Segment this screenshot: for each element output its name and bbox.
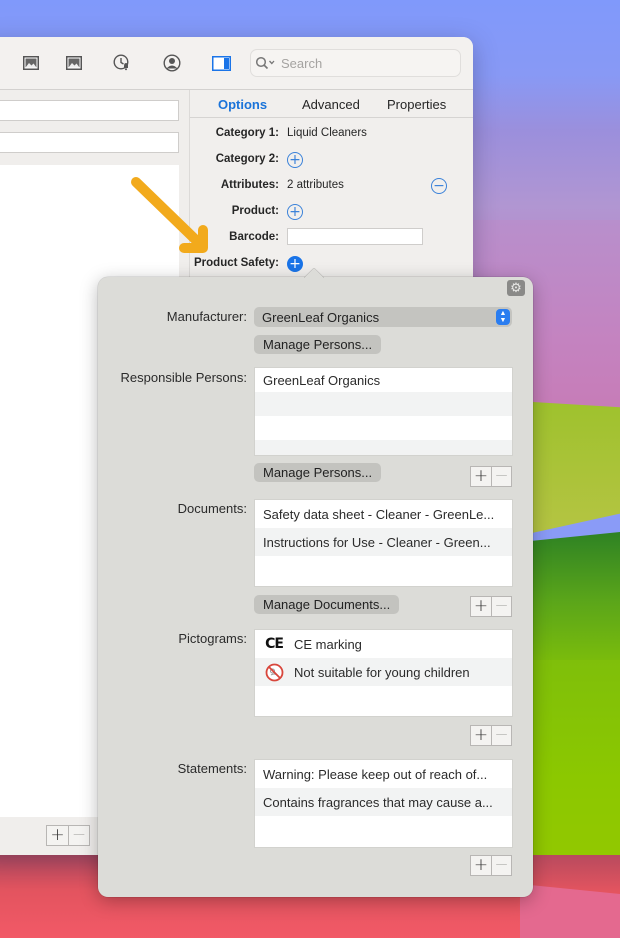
pictograms-list[interactable]: CE CE marking Not suitable for young chi…	[254, 629, 513, 717]
remove-attributes-button[interactable]: −	[431, 178, 447, 194]
product-row: Product: +	[190, 202, 473, 222]
list-item-empty	[255, 440, 512, 455]
add-button[interactable]: +	[471, 467, 491, 486]
add-button[interactable]: +	[471, 597, 491, 616]
toolbar	[0, 37, 473, 90]
tab-advanced[interactable]: Advanced	[302, 97, 360, 112]
add-remove-control: + −	[46, 825, 90, 846]
add-category2-button[interactable]: +	[287, 152, 303, 168]
category2-row: Category 2: +	[190, 150, 473, 170]
sidebar-toggle-icon[interactable]	[210, 53, 232, 73]
search-field[interactable]	[250, 49, 461, 77]
remove-button[interactable]: −	[68, 826, 89, 845]
product-safety-button[interactable]: +	[287, 256, 303, 272]
list-item[interactable]: Instructions for Use - Cleaner - Green..…	[255, 528, 512, 556]
responsible-persons-list[interactable]: GreenLeaf Organics	[254, 367, 513, 456]
list-item-empty	[255, 392, 512, 416]
list-item-empty	[255, 416, 512, 440]
remove-button[interactable]: −	[491, 597, 511, 616]
attributes-value[interactable]: 2 attributes	[287, 179, 344, 191]
documents-add-remove: + −	[470, 596, 512, 617]
manufacturer-selected: GreenLeaf Organics	[262, 309, 380, 325]
list-item[interactable]: CE CE marking	[255, 630, 512, 658]
image-icon[interactable]	[63, 53, 85, 73]
add-button[interactable]: +	[471, 726, 491, 745]
list-item-empty	[255, 686, 512, 714]
search-icon	[255, 56, 277, 70]
product-safety-row: Product Safety: +	[190, 254, 473, 274]
barcode-row: Barcode:	[190, 228, 473, 248]
manufacturer-select[interactable]: GreenLeaf Organics ▲ ▼	[254, 307, 512, 327]
responsible-persons-add-remove: + −	[470, 466, 512, 487]
chevron-updown-icon: ▲ ▼	[496, 309, 510, 325]
search-input[interactable]	[281, 55, 441, 71]
documents-list[interactable]: Safety data sheet - Cleaner - GreenLe...…	[254, 499, 513, 587]
list-item[interactable]: GreenLeaf Organics	[255, 368, 512, 392]
pictograms-label: Pictograms:	[178, 631, 247, 646]
popover-arrow	[304, 268, 324, 278]
remove-button[interactable]: −	[491, 726, 511, 745]
add-product-button[interactable]: +	[287, 204, 303, 220]
statements-add-remove: + −	[470, 855, 512, 876]
manufacturer-label: Manufacturer:	[166, 309, 247, 324]
text-field[interactable]	[0, 100, 179, 121]
ce-marking-icon: CE	[265, 636, 284, 652]
responsible-persons-label: Responsible Persons:	[120, 370, 247, 385]
add-button[interactable]: +	[471, 856, 491, 875]
pictogram-label: CE marking	[294, 636, 362, 652]
gear-icon[interactable]: ⚙	[507, 280, 525, 296]
add-button[interactable]: +	[47, 826, 68, 845]
tab-properties[interactable]: Properties	[387, 97, 446, 112]
tab-options[interactable]: Options	[218, 97, 267, 112]
pictograms-add-remove: + −	[470, 725, 512, 746]
category1-row: Category 1: Liquid Cleaners	[190, 124, 473, 144]
attributes-label: Attributes:	[220, 179, 279, 191]
list-item[interactable]: Safety data sheet - Cleaner - GreenLe...	[255, 500, 512, 528]
barcode-field[interactable]	[287, 228, 423, 245]
product-safety-label: Product Safety:	[194, 257, 279, 269]
list-item[interactable]: Contains fragrances that may cause a...	[255, 788, 512, 816]
statements-label: Statements:	[177, 761, 247, 776]
documents-label: Documents:	[177, 501, 247, 516]
statements-list[interactable]: Warning: Please keep out of reach of... …	[254, 759, 513, 848]
product-safety-popover: ⚙ Manufacturer: GreenLeaf Organics ▲ ▼ Ma…	[98, 277, 533, 897]
list-item[interactable]: Not suitable for young children	[255, 658, 512, 686]
remove-button[interactable]: −	[491, 856, 511, 875]
category1-value[interactable]: Liquid Cleaners	[287, 127, 367, 139]
person-circle-icon[interactable]	[161, 53, 183, 73]
attributes-row: Attributes: 2 attributes −	[190, 176, 473, 196]
image-icon[interactable]	[20, 53, 42, 73]
list-item[interactable]: Warning: Please keep out of reach of...	[255, 760, 512, 788]
not-for-children-icon	[263, 663, 285, 682]
inspector-tabs: Options Advanced Properties	[190, 90, 473, 118]
category1-label: Category 1:	[215, 127, 279, 139]
pictogram-label: Not suitable for young children	[294, 664, 470, 680]
product-label: Product:	[231, 205, 279, 217]
category2-label: Category 2:	[215, 153, 279, 165]
barcode-label: Barcode:	[229, 231, 279, 243]
list-item-empty	[255, 816, 512, 844]
clock-alert-icon[interactable]	[112, 53, 134, 73]
manage-persons-button[interactable]: Manage Persons...	[254, 335, 382, 354]
remove-button[interactable]: −	[491, 467, 511, 486]
text-field[interactable]	[0, 132, 179, 153]
manage-documents-button[interactable]: Manage Documents...	[254, 595, 400, 614]
list-item-empty	[255, 556, 512, 584]
manage-persons-button[interactable]: Manage Persons...	[254, 463, 382, 482]
